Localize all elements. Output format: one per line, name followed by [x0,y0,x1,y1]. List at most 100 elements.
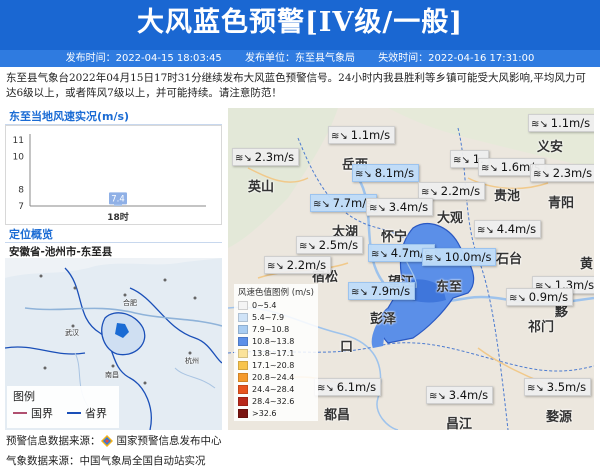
wind-icon: ≋↘ [235,153,252,164]
map-place: 彭泽 [370,312,397,327]
wind-station-label[interactable]: ≋↘ 4.4m/s [474,220,542,238]
speed-swatch [238,396,248,406]
wind-icon: ≋↘ [453,155,470,166]
meta-bar: 发布时间：2022-04-15 18:03:45 发布单位：东至县气象局 失效时… [0,50,600,67]
left-panel: 东至当地风速实况(m/s) 7 8 10 11 7.4 18时 定位概览 安徽省-池州市-… [5,108,222,430]
y-tick-label: 11 [13,136,24,146]
wind-chart: 7 8 10 11 7.4 18时 [5,125,222,225]
speed-swatch [238,360,248,370]
wind-section-title: 东至当地风速实况(m/s) [5,108,222,125]
y-tick-label: 10 [13,153,25,163]
minimap-city-nanchang: 南昌 [105,371,119,379]
speed-swatch [238,336,248,346]
speed-legend-row: 28.4~32.6 [238,395,314,407]
weather-source-label: 气象数据来源： [6,455,80,467]
wind-icon: ≋↘ [477,225,494,236]
wind-station-label[interactable]: ≋↘ 2.5m/s [296,236,364,254]
wind-station-label[interactable]: ≋↘ 8.1m/s [352,164,420,182]
speed-swatch [238,348,248,358]
wind-station-label[interactable]: ≋↘ 10.0m/s [422,248,497,266]
wind-icon: ≋↘ [425,253,442,264]
wind-icon: ≋↘ [317,383,334,394]
wind-data-label: 7.4 [111,194,125,204]
main-map[interactable]: 岳西 义安 英山 贵池 青阳 大观 太湖 怀宁 石台 宿松 望江 东至 彭泽 祁… [228,108,594,430]
y-tick-label: 7 [18,202,24,212]
minimap-city-hangzhou: 杭州 [185,357,199,365]
overview-minimap[interactable]: 合肥 武汉 南昌 杭州 图例 国界 省界 [5,258,222,430]
wind-icon: ≋↘ [299,241,316,252]
speed-legend-row: 7.9~10.8 [238,323,314,335]
map-place: 口 [340,340,354,355]
map-place: 昌江 [446,417,473,430]
speed-legend-row: 17.1~20.8 [238,359,314,371]
wind-icon: ≋↘ [369,203,386,214]
y-tick-label: 8 [18,186,24,196]
map-place: 祁门 [528,320,555,335]
wind-station-label[interactable]: ≋↘ 2.3m/s [232,148,300,166]
location-path: 安徽省-池州市-东至县 [9,246,113,258]
wind-station-label[interactable]: ≋↘ 6.1m/s [314,378,382,396]
map-place: 青阳 [548,196,575,211]
speed-legend-row: 0~5.4 [238,299,314,311]
speed-legend-row: >32.6 [238,407,314,419]
speed-swatch [238,324,248,334]
wind-icon: ≋↘ [533,169,550,180]
map-place: 贵池 [494,189,521,204]
wind-icon: ≋↘ [421,187,438,198]
speed-legend-row: 13.8~17.1 [238,347,314,359]
minimap-legend: 图例 国界 省界 [7,386,119,428]
map-place: 东至 [436,280,463,295]
wind-station-label[interactable]: ≋↘ 0.9m/s [506,288,574,306]
page-title: 大风蓝色预警[IV级/一般] [137,7,463,38]
wind-icon: ≋↘ [267,261,284,272]
wind-station-label[interactable]: ≋↘ 3.4m/s [426,386,494,404]
minimap-legend-label: 省界 [85,407,107,420]
map-place: 都昌 [324,408,351,423]
wind-station-label[interactable]: ≋↘ 3.5m/s [524,378,592,396]
map-place: 怀宁 [381,230,408,245]
minimap-legend-label: 国界 [31,407,53,420]
speed-legend-row: 10.8~13.8 [238,335,314,347]
wind-icon: ≋↘ [355,169,372,180]
map-place: 婺源 [546,410,573,425]
issuer: 发布单位：东至县气象局 [245,53,355,64]
wind-icon: ≋↘ [531,119,548,130]
wind-station-label[interactable]: ≋↘ 1.1m/s [528,114,594,132]
speed-legend-row: 24.4~28.4 [238,383,314,395]
wind-station-label[interactable]: ≋↘ 1.1m/s [328,126,396,144]
wind-chart-svg: 7 8 10 11 7.4 18时 [13,134,206,223]
expire-time: 失效时间：2022-04-16 17:31:00 [378,53,535,64]
national-border-swatch [13,412,27,414]
warning-center-logo-icon [100,434,113,447]
wind-icon: ≋↘ [481,163,498,174]
wind-icon: ≋↘ [351,287,368,298]
minimap-legend-title: 图例 [13,390,35,403]
warning-source: 国家预警信息发布中心 [116,435,222,447]
map-place: 义安 [537,140,564,155]
wind-icon: ≋↘ [313,199,330,210]
warning-source-label: 预警信息数据来源： [6,435,101,447]
wind-icon: ≋↘ [331,131,348,142]
speed-swatch [238,312,248,322]
wind-station-label[interactable]: ≋↘ 2.3m/s [530,164,594,182]
header-banner: 大风蓝色预警[IV级/一般] [0,0,600,50]
map-place: 大观 [437,211,464,226]
speed-legend-row: 5.4~7.9 [238,311,314,323]
wind-icon: ≋↘ [527,383,544,394]
warning-source-line: 预警信息数据来源： 国家预警信息发布中心 [6,433,222,448]
wind-station-label[interactable]: ≋↘ 3.4m/s [366,198,434,216]
weather-source-line: 气象数据来源： 中国气象局全国自动站实况 [6,453,206,468]
wind-icon: ≋↘ [371,249,388,260]
x-tick-label: 18时 [107,211,129,223]
weather-source: 中国气象局全国自动站实况 [79,455,206,467]
warning-description: 东至县气象台2022年04月15日17时31分继续发布大风蓝色预警信号。24小时… [6,72,586,99]
speed-legend-row: 20.8~24.4 [238,371,314,383]
minimap-city-wuhan: 武汉 [65,329,79,337]
map-place: 黄 [580,257,594,272]
wind-station-label[interactable]: ≋↘ 7.9m/s [348,282,416,300]
speed-swatch [238,372,248,382]
location-section-title: 定位概览 [5,226,222,243]
wind-station-label[interactable]: ≋↘ 2.2m/s [264,256,332,274]
map-place: 石台 [496,252,523,267]
minimap-legend-row: 国界 省界 [7,404,119,422]
